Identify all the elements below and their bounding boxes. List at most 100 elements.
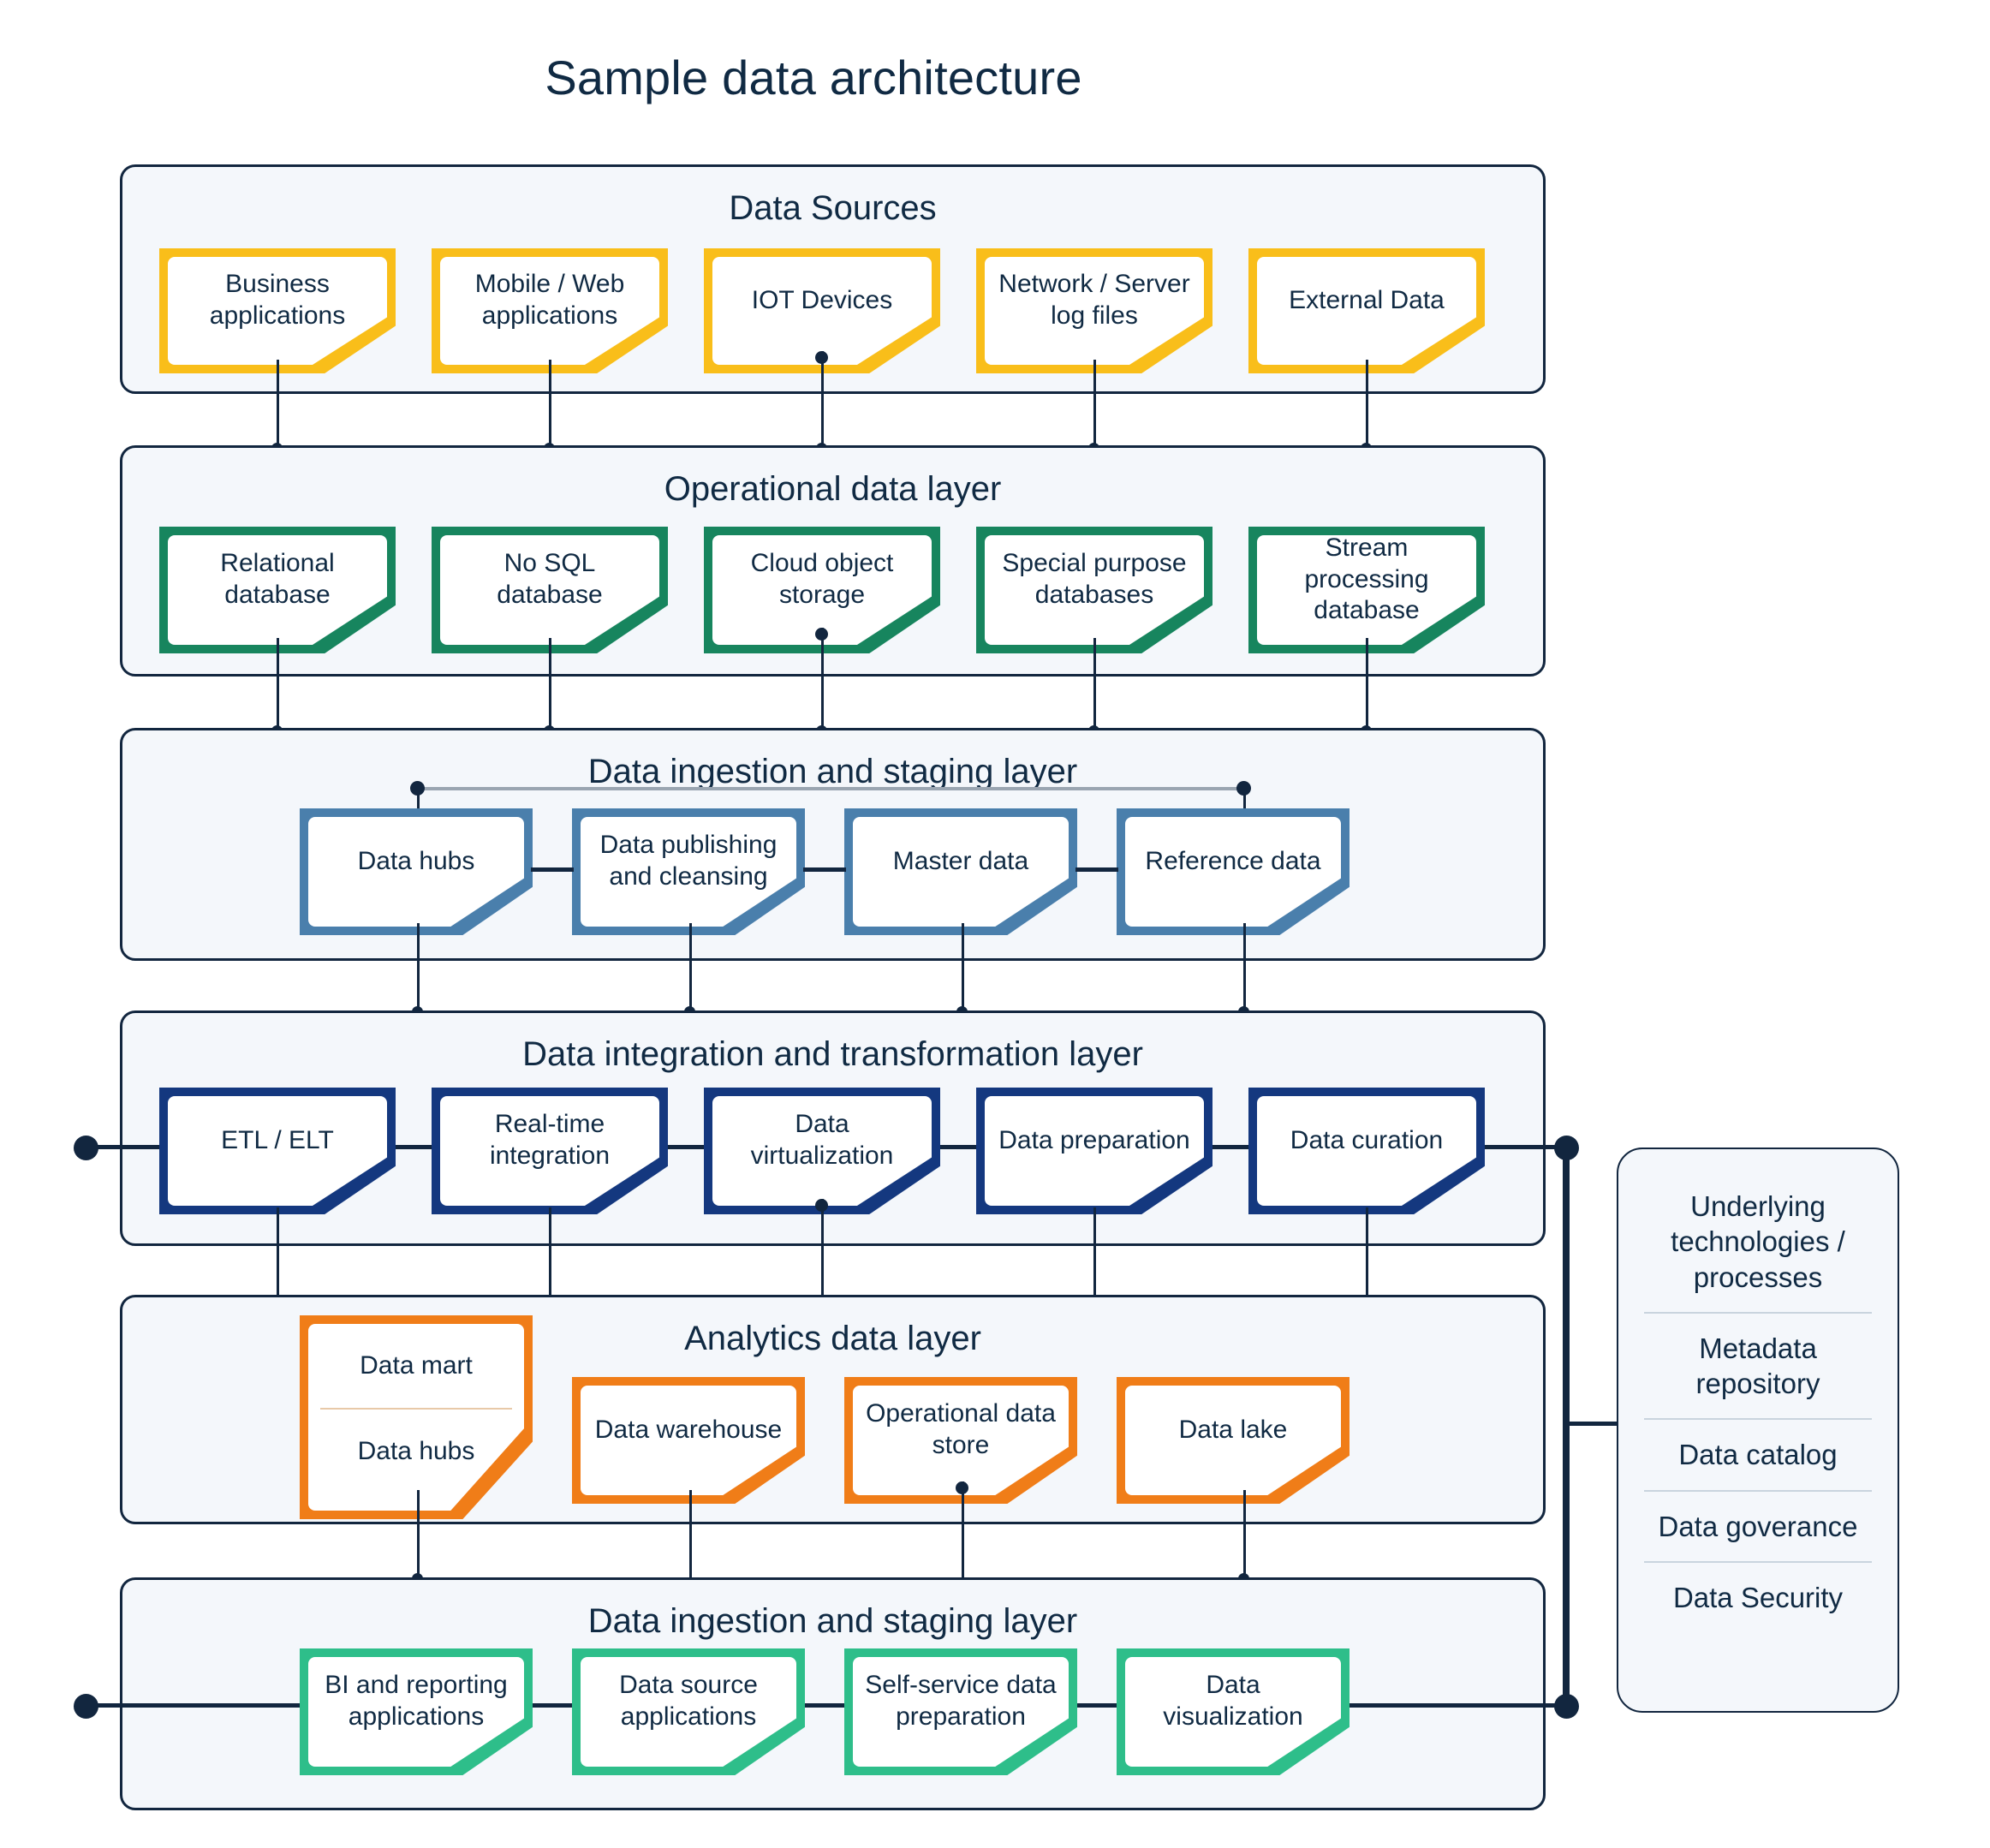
right-bus-vertical-line bbox=[1563, 1148, 1570, 1704]
connector-line bbox=[1366, 1207, 1368, 1300]
connector-line bbox=[549, 360, 551, 450]
card-link bbox=[1075, 867, 1118, 872]
card-face: Network / Server log files bbox=[985, 257, 1204, 365]
card-face: ETL / ELT bbox=[168, 1096, 387, 1206]
connector-line bbox=[1243, 1490, 1246, 1580]
connector-line bbox=[962, 923, 964, 1013]
card-link bbox=[531, 867, 574, 872]
sidebar-item-metadata-repository[interactable]: Metadata repository bbox=[1637, 1314, 1879, 1419]
connector-line bbox=[277, 360, 279, 450]
connector-line bbox=[1093, 638, 1096, 732]
connector-line bbox=[962, 1481, 964, 1580]
card-face: Data mart Data hubs bbox=[308, 1324, 524, 1511]
card-label: Data hubs bbox=[357, 846, 475, 875]
sidebar-item-data-goverance[interactable]: Data goverance bbox=[1637, 1492, 1879, 1561]
connector-line bbox=[689, 923, 692, 1013]
card-face: IOT Devices bbox=[712, 257, 932, 365]
layer-title-data-ingestion-staging-bottom: Data ingestion and staging layer bbox=[587, 1602, 1078, 1640]
card-label: Self-service data preparation bbox=[865, 1671, 1057, 1731]
connector-line bbox=[821, 628, 824, 732]
card-label: Data virtualization bbox=[750, 1110, 894, 1170]
layer-title-data-sources: Data Sources bbox=[729, 189, 937, 227]
connector-dot bbox=[815, 628, 828, 641]
card-link bbox=[803, 867, 846, 872]
connector-line bbox=[549, 1207, 551, 1300]
card-face: Data preparation bbox=[985, 1096, 1204, 1206]
connector-line bbox=[277, 1207, 279, 1300]
card-label: Cloud object storage bbox=[750, 549, 894, 609]
card-label: Data publishing and cleansing bbox=[599, 831, 778, 891]
connector-line bbox=[1366, 360, 1368, 450]
card-face: No SQL database bbox=[440, 535, 659, 645]
layer-title-operational-data-layer: Operational data layer bbox=[664, 470, 1002, 508]
card-face: BI and reporting applications bbox=[308, 1657, 524, 1767]
card-face: External Data bbox=[1257, 257, 1476, 365]
card-label: No SQL database bbox=[497, 549, 603, 609]
card-label: Reference data bbox=[1145, 846, 1321, 875]
sidebar-item-data-security[interactable]: Data Security bbox=[1637, 1563, 1879, 1632]
card-label: Data mart bbox=[360, 1350, 473, 1380]
connector-dot bbox=[815, 351, 828, 364]
connector-dot bbox=[956, 1481, 968, 1494]
card-label: External Data bbox=[1289, 285, 1445, 314]
connector-line bbox=[1243, 923, 1246, 1013]
card-section-data-mart: Data mart bbox=[308, 1324, 524, 1408]
connector-line bbox=[1366, 638, 1368, 732]
sidebar-item-data-catalog[interactable]: Data catalog bbox=[1637, 1420, 1879, 1489]
card-label: Data curation bbox=[1290, 1125, 1444, 1154]
card-label: Data hubs bbox=[357, 1436, 475, 1465]
card-face: Real-time integration bbox=[440, 1096, 659, 1206]
card-label: Network / Server log files bbox=[998, 270, 1190, 330]
card-label: Data warehouse bbox=[594, 1415, 783, 1444]
card-label: Business applications bbox=[209, 270, 346, 330]
consumption-bus-dot-left bbox=[74, 1694, 98, 1719]
card-face: Data hubs bbox=[308, 817, 524, 927]
card-face: Master data bbox=[853, 817, 1069, 927]
card-face: Operational data store bbox=[853, 1386, 1069, 1495]
sidebar-heading: Underlying technologies / processes bbox=[1671, 1190, 1845, 1293]
card-label: Stream processing database bbox=[1304, 534, 1429, 625]
card-label: Operational data store bbox=[866, 1399, 1056, 1459]
connector-line bbox=[277, 638, 279, 732]
connector-line bbox=[1093, 1207, 1096, 1300]
underlying-technologies-panel: Underlying technologies / processes Meta… bbox=[1617, 1148, 1899, 1713]
card-label: Data visualization bbox=[1163, 1671, 1303, 1731]
card-label: IOT Devices bbox=[751, 285, 893, 314]
connector-line bbox=[417, 1490, 420, 1580]
connector-line bbox=[689, 1490, 692, 1580]
connector-line bbox=[821, 1199, 824, 1300]
card-label: Data source applications bbox=[619, 1671, 758, 1731]
ingestion-bus-bar bbox=[417, 787, 1244, 790]
connector-line bbox=[417, 923, 420, 1013]
page-title: Sample data architecture bbox=[545, 51, 1082, 104]
card-label: Mobile / Web applications bbox=[474, 270, 625, 330]
card-label: Relational database bbox=[220, 549, 335, 609]
card-face: Self-service data preparation bbox=[853, 1657, 1069, 1767]
card-face: Reference data bbox=[1125, 817, 1341, 927]
card-face: Data visualization bbox=[1125, 1657, 1341, 1767]
connector-line bbox=[549, 638, 551, 732]
card-section-data-hubs: Data hubs bbox=[308, 1410, 524, 1493]
layer-title-data-integration-transformation: Data integration and transformation laye… bbox=[522, 1035, 1143, 1073]
card-label: Data lake bbox=[1178, 1415, 1288, 1444]
card-face: Data lake bbox=[1125, 1386, 1341, 1495]
card-face: Data source applications bbox=[581, 1657, 796, 1767]
card-label: Master data bbox=[892, 846, 1029, 875]
card-face: Business applications bbox=[168, 257, 387, 365]
right-bus-sidebar-stub bbox=[1566, 1422, 1618, 1426]
connector-line bbox=[1093, 360, 1096, 450]
card-label: Real-time integration bbox=[489, 1110, 611, 1170]
card-face: Data virtualization bbox=[712, 1096, 932, 1206]
card-face: Special purpose databases bbox=[985, 535, 1204, 645]
card-label: Data preparation bbox=[998, 1125, 1190, 1154]
connector-line bbox=[821, 351, 824, 450]
card-label: BI and reporting applications bbox=[325, 1671, 508, 1731]
card-face: Stream processing database bbox=[1257, 535, 1476, 645]
card-face: Data warehouse bbox=[581, 1386, 796, 1495]
card-face: Mobile / Web applications bbox=[440, 257, 659, 365]
connector-dot bbox=[815, 1199, 828, 1212]
card-face: Data curation bbox=[1257, 1096, 1476, 1206]
card-label: ETL / ELT bbox=[221, 1125, 334, 1154]
card-label: Special purpose databases bbox=[1002, 549, 1187, 609]
layer-title-data-ingestion-staging-top: Data ingestion and staging layer bbox=[587, 753, 1078, 790]
